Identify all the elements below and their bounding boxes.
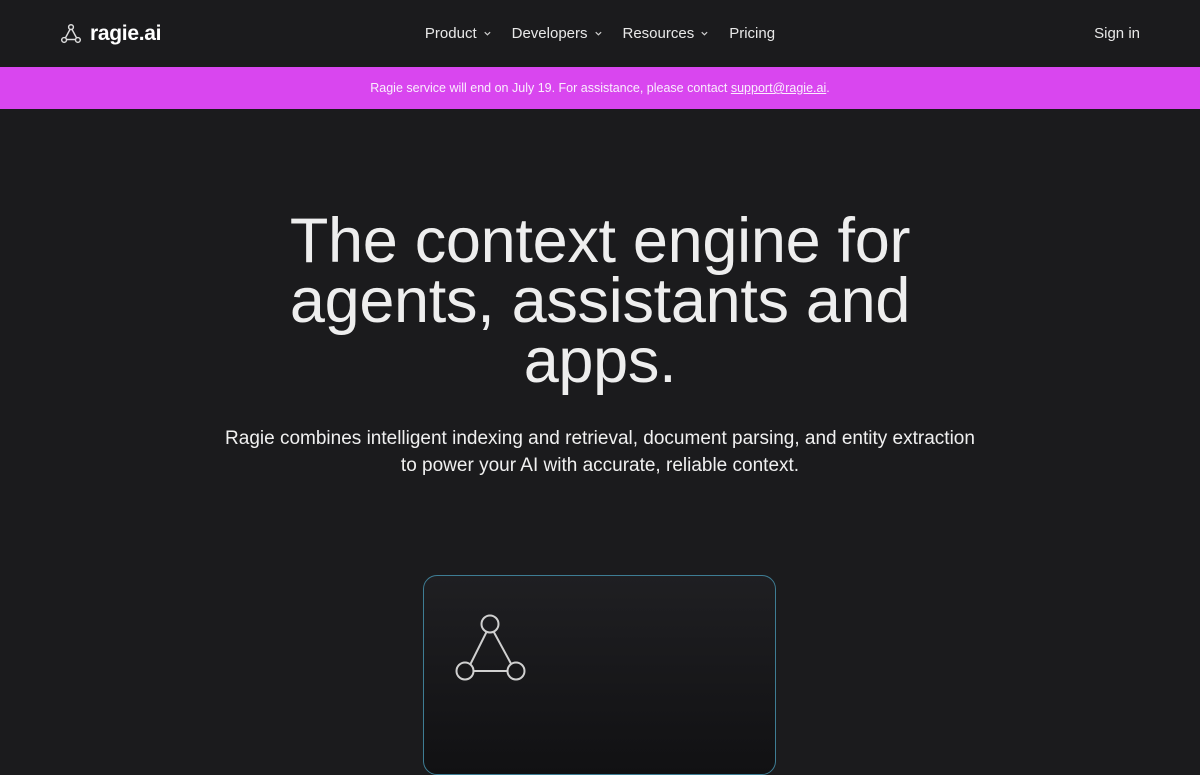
nav-item-label: Resources xyxy=(622,25,695,42)
hero-section: The context engine for agents, assistant… xyxy=(0,206,1200,479)
sign-in-link[interactable]: Sign in xyxy=(1094,25,1140,42)
nav-item-label: Pricing xyxy=(729,25,776,42)
feature-card xyxy=(423,575,776,775)
top-navigation: ragie.ai Product Developers Resources Pr… xyxy=(0,0,1200,67)
nav-item-label: Developers xyxy=(511,25,588,42)
nav-item-label: Product xyxy=(424,25,477,42)
chevron-down-icon xyxy=(701,31,708,36)
chevron-down-icon xyxy=(594,31,602,36)
banner-text: Ragie service will end on July 19. For a… xyxy=(370,81,829,95)
hero-subtitle: Ragie combines intelligent indexing and … xyxy=(225,428,975,476)
main-nav: Product Developers Resources Pricing xyxy=(425,25,775,42)
brand-name: ragie.ai xyxy=(90,21,162,45)
triangle-nodes-icon xyxy=(455,614,526,681)
ragie-logo-icon xyxy=(61,23,81,43)
nav-item-product[interactable]: Product xyxy=(425,25,492,42)
hero-title: The context engine for agents, assistant… xyxy=(289,206,911,396)
banner-suffix: . xyxy=(826,81,830,95)
service-announcement-banner: Ragie service will end on July 19. For a… xyxy=(0,67,1200,109)
ragie-logo[interactable]: ragie.ai xyxy=(60,22,161,46)
banner-message: Ragie service will end on July 19. For a… xyxy=(370,81,731,95)
chevron-down-icon xyxy=(484,31,491,36)
support-email-link[interactable]: support@ragie.ai xyxy=(731,81,826,95)
nav-item-developers[interactable]: Developers xyxy=(512,25,603,42)
nav-item-resources[interactable]: Resources xyxy=(623,25,710,42)
nav-item-pricing[interactable]: Pricing xyxy=(729,25,775,42)
